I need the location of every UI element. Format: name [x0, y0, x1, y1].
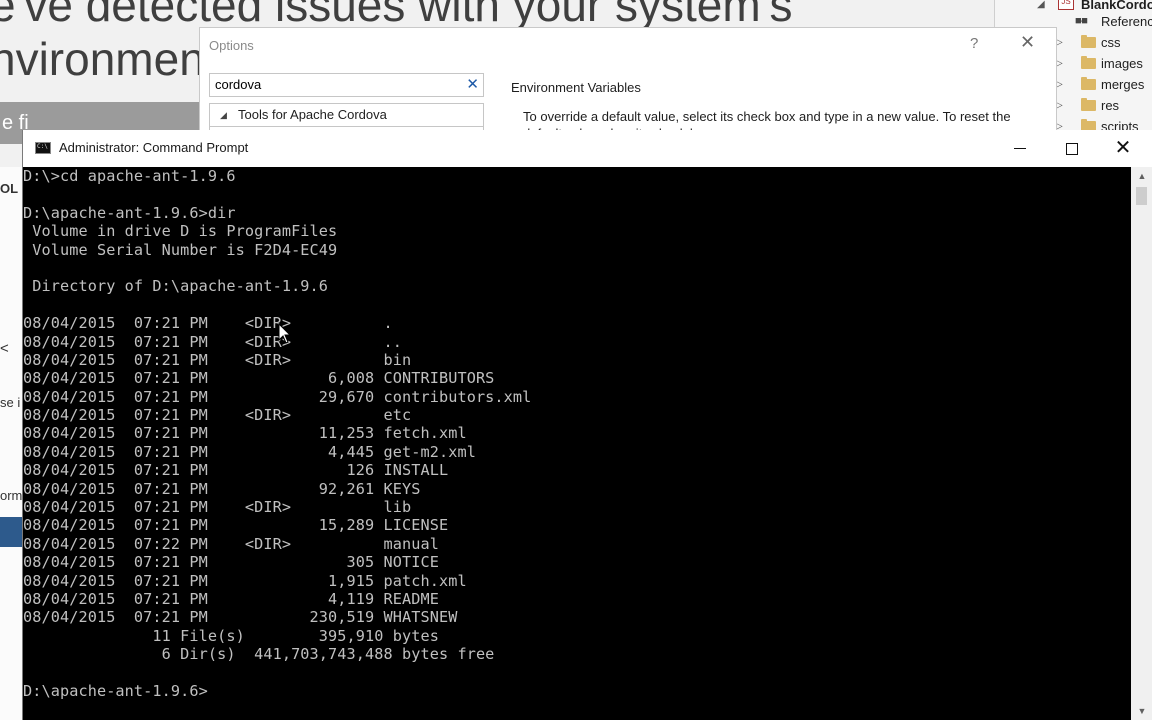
- folder-label: css: [1101, 35, 1121, 50]
- console-line: Volume Serial Number is F2D4-EC49: [23, 240, 338, 259]
- console-line: 08/04/2015 07:21 PM <DIR> etc: [23, 406, 412, 425]
- console-line: 08/04/2015 07:22 PM <DIR> manual: [23, 534, 439, 553]
- console-line: D:\apache-ant-1.9.6>dir: [23, 203, 236, 222]
- console-line: 08/04/2015 07:21 PM 4,445 get-m2.xml: [23, 442, 476, 461]
- js-file-icon: JS: [1058, 0, 1074, 10]
- background-left-panel: [0, 167, 22, 720]
- section-title: Environment Variables: [511, 80, 641, 95]
- options-titlebar[interactable]: Options ? ✕: [200, 28, 1056, 62]
- console-line: 08/04/2015 07:21 PM 305 NOTICE: [23, 553, 439, 572]
- console-line: 08/04/2015 07:21 PM <DIR> lib: [23, 498, 412, 517]
- console-line: 08/04/2015 07:21 PM <DIR> bin: [23, 350, 412, 369]
- tree-item-label: Tools for Apache Cordova: [238, 107, 387, 122]
- console-line: Directory of D:\apache-ant-1.9.6: [23, 277, 329, 296]
- scroll-down-arrow-icon[interactable]: ▼: [1131, 702, 1152, 720]
- references-label: Referenc: [1101, 14, 1152, 29]
- close-button[interactable]: ✕: [1097, 130, 1149, 167]
- background-edge-label: se i: [0, 395, 21, 410]
- console-line: 08/04/2015 07:21 PM 92,261 KEYS: [23, 479, 421, 498]
- background-edge-label: orm: [0, 488, 23, 503]
- options-search-value: cordova: [215, 77, 262, 92]
- console-line: 08/04/2015 07:21 PM 126 INSTALL: [23, 461, 449, 480]
- console-line: 08/04/2015 07:21 PM 6,008 CONTRIBUTORS: [23, 369, 495, 388]
- console-line: 08/04/2015 07:21 PM 15,289 LICENSE: [23, 516, 449, 535]
- console-line: 6 Dir(s) 441,703,743,488 bytes free: [23, 645, 495, 664]
- cmd-app-icon[interactable]: C:\: [35, 142, 51, 154]
- collapse-arrow-icon[interactable]: ◢: [220, 104, 227, 126]
- clear-search-icon[interactable]: ✕: [466, 75, 479, 93]
- folder-icon: [1081, 35, 1096, 48]
- background-edge-label: OL: [0, 181, 19, 196]
- cmd-titlebar[interactable]: C:\ Administrator: Command Prompt ✕: [23, 130, 1152, 167]
- minimize-button[interactable]: [994, 130, 1046, 167]
- options-title: Options: [209, 38, 254, 53]
- folder-label: images: [1101, 56, 1143, 71]
- folder-label: res: [1101, 98, 1120, 113]
- folder-label: merges: [1101, 77, 1145, 92]
- console-line: 08/04/2015 07:21 PM <DIR> .: [23, 314, 393, 333]
- console-line: D:\apache-ant-1.9.6>: [23, 681, 208, 700]
- console-line: 08/04/2015 07:21 PM <DIR> ..: [23, 332, 402, 351]
- console-line: 08/04/2015 07:21 PM 230,519 WHATSNEW: [23, 608, 458, 627]
- folder-icon: [1081, 98, 1096, 111]
- folder-icon: [1081, 56, 1096, 69]
- console-line: 08/04/2015 07:21 PM 11,253 fetch.xml: [23, 424, 467, 443]
- command-prompt-window: C:\ Administrator: Command Prompt ✕ D:\>…: [22, 130, 1152, 720]
- console-line: 08/04/2015 07:21 PM 4,119 README: [23, 589, 439, 608]
- options-search-input[interactable]: cordova ✕: [209, 73, 484, 97]
- maximize-button[interactable]: [1045, 130, 1097, 167]
- mouse-pointer-icon: [278, 323, 292, 344]
- background-selected-row: [0, 517, 22, 547]
- console-line: D:\>cd apache-ant-1.9.6: [23, 167, 236, 185]
- console-line: 08/04/2015 07:21 PM 29,670 contributors.…: [23, 387, 532, 406]
- cmd-title: Administrator: Command Prompt: [59, 140, 249, 155]
- console-line: 11 File(s) 395,910 bytes: [23, 626, 439, 645]
- folder-icon: [1081, 77, 1096, 90]
- options-dialog: Options ? ✕ cordova ✕ ◢ Tools for Apache…: [199, 27, 1057, 142]
- tree-item-tools-for-apache-cordova[interactable]: ◢ Tools for Apache Cordova: [209, 103, 484, 127]
- console-line: 08/04/2015 07:21 PM 1,915 patch.xml: [23, 571, 467, 590]
- background-edge-label: <: [0, 340, 9, 357]
- scroll-up-arrow-icon[interactable]: ▲: [1131, 167, 1152, 185]
- vertical-scrollbar[interactable]: ▲ ▼: [1131, 167, 1152, 720]
- console-line: Volume in drive D is ProgramFiles: [23, 222, 338, 241]
- scroll-thumb[interactable]: [1136, 187, 1147, 205]
- help-icon[interactable]: ?: [970, 35, 978, 52]
- close-icon[interactable]: ✕: [1020, 32, 1035, 53]
- references-icon: ■-■: [1075, 15, 1088, 27]
- console-output[interactable]: D:\>cd apache-ant-1.9.6 D:\apache-ant-1.9…: [23, 167, 1131, 720]
